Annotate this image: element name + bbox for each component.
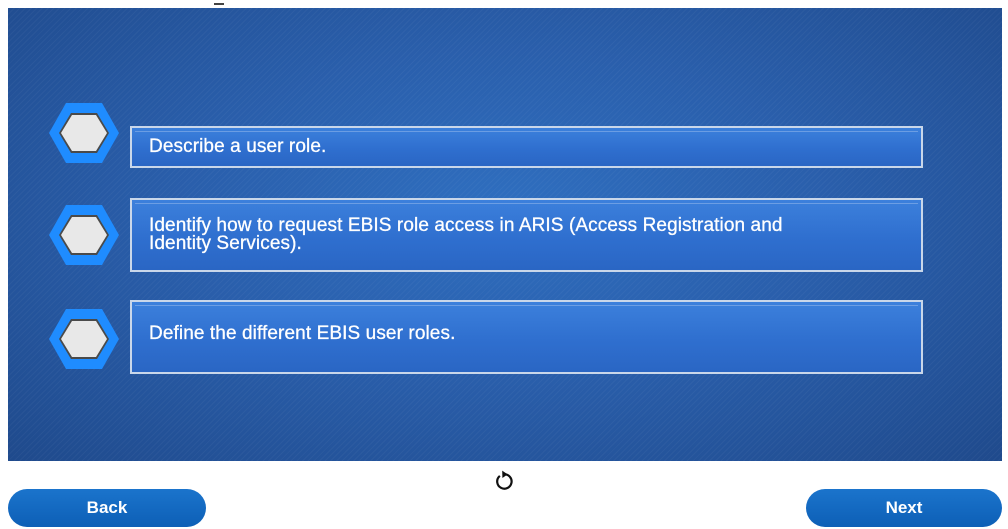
next-button[interactable]: Next	[806, 489, 1002, 527]
back-button[interactable]: Back	[8, 489, 206, 527]
objective-text: Define the different EBIS user roles.	[149, 323, 456, 344]
top-edge-mark	[214, 3, 224, 5]
hexagon-bullet-icon	[49, 205, 119, 265]
objective-item-3: Define the different EBIS user roles.	[130, 300, 923, 374]
objective-item-1: Describe a user role.	[130, 126, 923, 168]
objective-text: Describe a user role.	[149, 136, 327, 157]
back-button-label: Back	[86, 498, 128, 517]
hexagon-bullet-icon	[49, 103, 119, 163]
objective-item-2: Identify how to request EBIS role access…	[130, 198, 923, 272]
hexagon-bullet-icon	[49, 309, 119, 369]
next-button-label: Next	[885, 498, 923, 517]
replay-icon[interactable]	[493, 470, 515, 492]
slide: Describe a user role. Identify how to re…	[0, 0, 1008, 529]
objective-text: Identify how to request EBIS role access…	[149, 215, 783, 254]
